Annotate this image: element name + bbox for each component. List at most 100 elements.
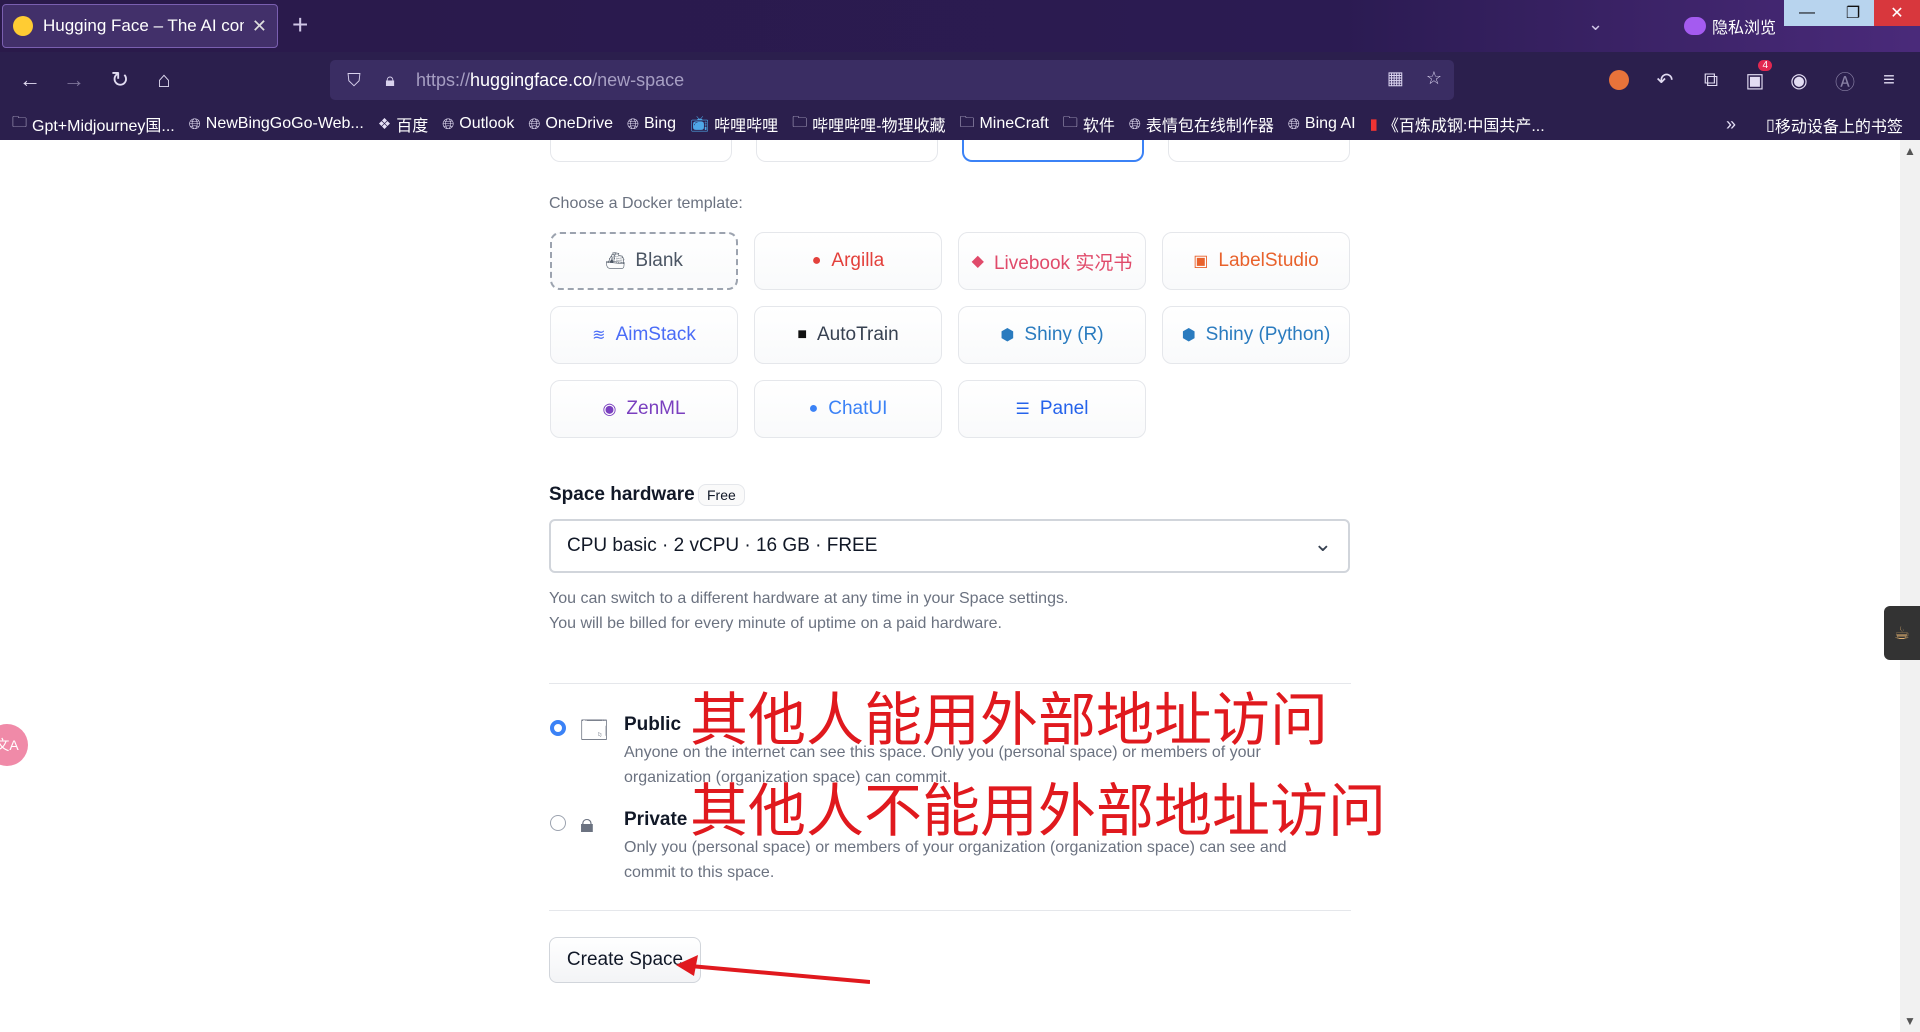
template-livebook[interactable]: ◆ Livebook 实况书 xyxy=(958,232,1146,290)
bookmarks-bar: 🗀 Gpt+Midjourney国... 🌐︎ NewBingGoGo-Web...… xyxy=(0,108,1920,140)
hardware-free-badge: Free xyxy=(698,484,745,506)
url-text[interactable]: https://huggingface.co/new-space xyxy=(416,70,684,91)
bookmark-item[interactable]: 🌐︎ 表情包在线制作器 xyxy=(1129,112,1274,136)
bookmark-item[interactable]: 🗀 MineCraft xyxy=(959,112,1048,137)
section-divider xyxy=(549,910,1351,911)
docker-whale-icon: ⛴ xyxy=(605,253,626,270)
private-radio[interactable] xyxy=(550,815,566,831)
public-radio[interactable] xyxy=(550,720,566,736)
book-icon: ▮ xyxy=(1369,116,1378,133)
globe-icon: 🌐︎ xyxy=(442,115,455,133)
home-icon[interactable]: ⌂ xyxy=(148,64,180,96)
sdk-option-card[interactable] xyxy=(550,140,732,162)
tab-bar: Hugging Face – The AI comm ✕ + ⌄ 隐私浏览 — … xyxy=(0,0,1920,52)
bookmark-star-icon[interactable]: ☆ xyxy=(1426,68,1442,89)
globe-icon: 🌐︎ xyxy=(188,115,201,133)
bookmark-item[interactable]: 🗀 哔哩哔哩-物理收藏 xyxy=(792,112,945,137)
extension-badge-icon[interactable]: ▣ 4 xyxy=(1740,60,1772,94)
template-aimstack[interactable]: ≋ AimStack xyxy=(550,306,738,364)
bookmark-item[interactable]: 📺︎ 哔哩哔哩 xyxy=(690,112,778,136)
private-mask-icon xyxy=(1684,17,1706,35)
cursor-extension-icon[interactable]: ◉ xyxy=(1784,66,1814,94)
bookmark-item[interactable]: 🗀 软件 xyxy=(1063,112,1115,137)
template-autotrain[interactable]: ■ AutoTrain xyxy=(754,306,942,364)
navigation-toolbar: ← → ↻ ⌂ ⛉ 🔒︎ https://huggingface.co/new-… xyxy=(0,52,1920,108)
reload-icon[interactable]: ↻ xyxy=(104,64,136,96)
aimstack-icon: ≋ xyxy=(592,327,606,344)
private-lock-repo-icon: 🔒︎ xyxy=(580,808,594,838)
folder-icon: 🗀 xyxy=(792,113,808,131)
hugging-face-favicon-icon xyxy=(13,16,33,36)
qr-code-icon[interactable]: ▦ xyxy=(1387,68,1404,89)
more-bookmarks-chevron-icon[interactable]: » xyxy=(1726,114,1736,135)
hardware-selected-value: CPU basic · 2 vCPU · 16 GB · FREE xyxy=(567,535,878,556)
close-window-button[interactable]: ✕ xyxy=(1874,0,1920,26)
reader-extension-icon[interactable]: Ⓐ xyxy=(1830,66,1860,94)
extensions-puzzle-icon[interactable]: ⧉ xyxy=(1696,66,1726,94)
url-bar[interactable]: ⛉ 🔒︎ https://huggingface.co/new-space ▦ … xyxy=(330,60,1454,100)
mobile-bookmarks[interactable]: ▯ 移动设备上的书签 xyxy=(1766,113,1903,137)
bookmark-item[interactable]: 🌐︎ Outlook xyxy=(442,115,514,133)
extension-badge-count: 4 xyxy=(1758,60,1772,71)
template-blank[interactable]: ⛴ Blank xyxy=(550,232,738,290)
globe-icon: 🌐︎ xyxy=(1287,115,1300,133)
sdk-option-card[interactable] xyxy=(756,140,938,162)
private-label: 隐私浏览 xyxy=(1712,20,1777,37)
template-chatui[interactable]: ● ChatUI xyxy=(754,380,942,438)
bookmark-item[interactable]: ❖ 百度 xyxy=(378,112,428,136)
template-shiny-r[interactable]: ⬢ Shiny (R) xyxy=(958,306,1146,364)
template-zenml[interactable]: ◉ ZenML xyxy=(550,380,738,438)
autotrain-icon: ■ xyxy=(797,326,807,343)
extension-orange-icon[interactable] xyxy=(1604,66,1634,94)
scroll-down-icon[interactable]: ▼ xyxy=(1904,1014,1916,1028)
hardware-help-text: You can switch to a different hardware a… xyxy=(549,590,1069,632)
bookmark-item[interactable]: 🗀 Gpt+Midjourney国... xyxy=(12,112,175,137)
undo-icon[interactable]: ↶ xyxy=(1650,66,1680,94)
livebook-icon: ◆ xyxy=(971,253,984,270)
lock-icon[interactable]: 🔒︎ xyxy=(380,70,400,91)
cup-icon: ☕︎ xyxy=(1893,622,1911,643)
forward-arrow-icon[interactable]: → xyxy=(58,64,90,96)
side-panel-handle[interactable]: ☕︎ xyxy=(1884,606,1920,660)
bilibili-icon: 📺︎ xyxy=(690,116,710,133)
public-title: Public xyxy=(624,714,682,735)
bookmark-item[interactable]: 🌐︎ Bing xyxy=(627,115,676,133)
template-argilla[interactable]: ● Argilla xyxy=(754,232,942,290)
tab-close-icon[interactable]: ✕ xyxy=(252,16,267,37)
tab-title: Hugging Face – The AI comm xyxy=(43,16,244,35)
bookmark-item[interactable]: 🌐︎ NewBingGoGo-Web... xyxy=(189,115,364,133)
private-title: Private xyxy=(624,809,688,830)
active-tab[interactable]: Hugging Face – The AI comm ✕ xyxy=(2,4,278,48)
template-panel[interactable]: ☰ Panel xyxy=(958,380,1146,438)
shiny-icon: ⬢ xyxy=(1181,327,1196,344)
minimize-button[interactable]: — xyxy=(1784,0,1830,26)
folder-icon: 🗀 xyxy=(12,113,28,131)
public-annotation: 其他人能用外部地址访问 xyxy=(690,686,1329,754)
bookmark-item[interactable]: 🌐︎ OneDrive xyxy=(528,115,613,133)
restore-button[interactable]: ❐ xyxy=(1830,0,1876,26)
bookmark-item[interactable]: ▮ 《百炼成钢:中国共产... xyxy=(1370,112,1545,136)
arrow-head xyxy=(676,955,698,976)
mobile-device-icon: ▯ xyxy=(1766,117,1775,134)
page-scrollbar[interactable]: ▲ ▼ xyxy=(1900,140,1920,1032)
template-labelstudio[interactable]: ▣ LabelStudio xyxy=(1162,232,1350,290)
chat-bubble-icon: ● xyxy=(808,400,819,417)
folder-icon: 🗀 xyxy=(1062,113,1078,131)
back-arrow-icon[interactable]: ← xyxy=(14,64,46,96)
shiny-icon: ⬢ xyxy=(1000,327,1015,344)
menu-icon[interactable]: ≡ xyxy=(1874,66,1904,94)
docker-template-label: Choose a Docker template: xyxy=(549,195,743,212)
scroll-up-icon[interactable]: ▲ xyxy=(1904,144,1916,158)
sdk-option-card-selected[interactable] xyxy=(962,140,1144,162)
sdk-option-card[interactable] xyxy=(1168,140,1350,162)
folder-icon: 🗀 xyxy=(959,113,975,131)
shield-icon[interactable]: ⛉ xyxy=(344,70,364,91)
tab-list-chevron-icon[interactable]: ⌄ xyxy=(1588,14,1603,35)
globe-icon: 🌐︎ xyxy=(626,115,639,133)
template-shiny-python[interactable]: ⬢ Shiny (Python) xyxy=(1162,306,1350,364)
globe-icon: 🌐︎ xyxy=(528,115,541,133)
new-tab-button[interactable]: + xyxy=(292,10,308,40)
hardware-select[interactable]: CPU basic · 2 vCPU · 16 GB · FREE ⌄ xyxy=(549,519,1350,573)
chevron-down-icon: ⌄ xyxy=(1313,531,1332,556)
bookmark-item[interactable]: 🌐︎ Bing AI xyxy=(1288,115,1356,133)
